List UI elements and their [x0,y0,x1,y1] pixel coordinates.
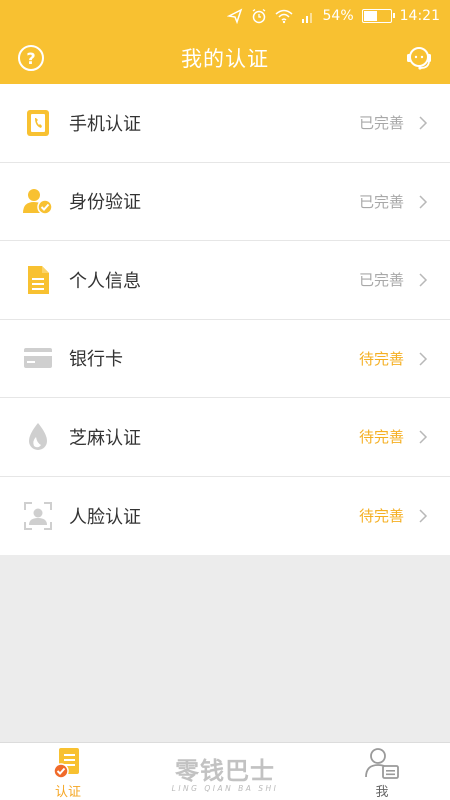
bottom-tab-bar: 认证 零钱巴士 LING QIAN BA SHI 我 [0,742,450,800]
wifi-icon [275,8,293,24]
item-status: 待完善 [358,507,404,526]
item-status: 已完善 [358,114,404,133]
certification-list: 手机认证 已完善 身份验证 已完善 个人信息 已完善 银行卡 待完善 芝麻认证 … [0,84,450,555]
certification-tab-icon [53,748,79,779]
user-card-icon [365,748,399,779]
logo-text: 零钱巴士 [175,756,275,785]
clock: 14:21 [399,8,440,24]
send-icon [226,8,243,24]
signal-icon [301,9,315,23]
item-label: 银行卡 [69,349,123,371]
item-label: 个人信息 [69,270,141,292]
list-item-bank-card[interactable]: 银行卡 待完善 [0,320,450,398]
status-bar: 54% 14:21 [0,0,450,32]
chevron-right-icon [419,194,428,209]
sesame-drop-icon [23,422,53,452]
item-status: 待完善 [358,428,404,447]
item-label: 手机认证 [69,113,141,135]
chevron-right-icon [419,273,428,287]
tab-label: 认证 [54,785,81,800]
phone-icon [23,108,53,138]
customer-service-icon[interactable] [404,43,434,73]
page-title: 我的认证 [181,47,269,71]
list-item-face[interactable]: 人脸认证 待完善 [0,477,450,556]
chevron-right-icon [419,351,428,366]
item-label: 人脸认证 [69,506,141,528]
document-icon [23,265,53,295]
bank-card-icon [23,343,53,373]
item-status: 已完善 [358,192,404,211]
item-status: 待完善 [358,349,404,368]
battery-icon [361,9,395,23]
tab-certification[interactable]: 认证 [28,747,108,800]
tab-me[interactable]: 我 [342,747,422,800]
tab-label: 我 [375,785,389,800]
item-label: 芝麻认证 [69,427,141,449]
battery-percent: 54% [322,8,354,24]
item-status: 已完善 [358,271,404,290]
list-item-sesame[interactable]: 芝麻认证 待完善 [0,398,450,477]
list-item-personal-info[interactable]: 个人信息 已完善 [0,241,450,320]
chevron-right-icon [419,430,428,444]
list-item-phone[interactable]: 手机认证 已完善 [0,84,450,163]
help-icon[interactable]: ? [18,45,44,71]
alarm-icon [251,8,267,24]
logo-subtext: LING QIAN BA SHI [171,784,279,793]
face-scan-icon [23,501,53,531]
item-label: 身份验证 [69,192,141,214]
list-item-identity[interactable]: 身份验证 已完善 [0,163,450,241]
id-person-icon [23,186,53,216]
app-bar: ? 我的认证 [0,32,450,84]
chevron-right-icon [419,116,428,130]
chevron-right-icon [419,508,428,523]
brand-logo: 零钱巴士 LING QIAN BA SHI [165,751,285,793]
